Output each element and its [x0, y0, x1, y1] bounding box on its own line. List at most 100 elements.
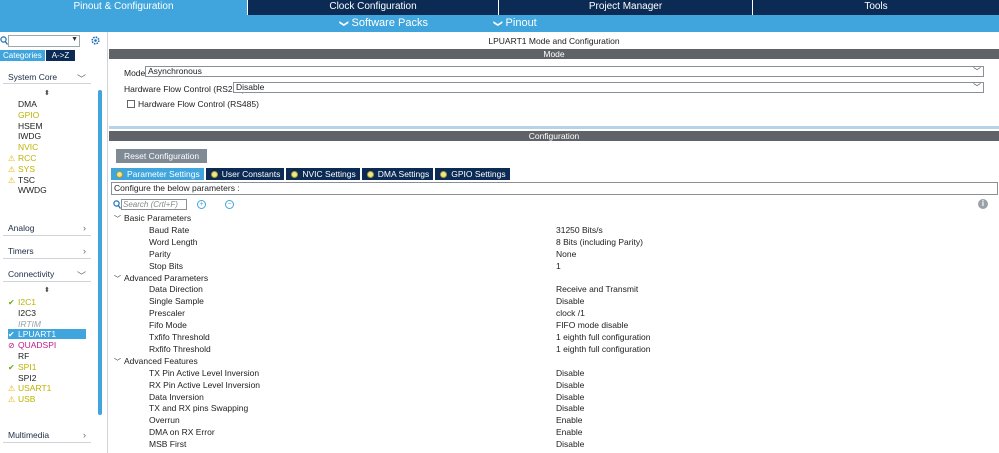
sidebar-item-wwdg[interactable]: WWDG	[8, 185, 86, 195]
sidebar-item-spi2[interactable]: SPI2	[8, 373, 86, 383]
hfc-rs485-checkbox[interactable]	[127, 100, 135, 108]
scrollbar[interactable]	[98, 90, 102, 415]
reset-configuration-button[interactable]: Reset Configuration	[116, 149, 208, 163]
sidebar-item-nvic[interactable]: NVIC	[8, 142, 86, 152]
parameter-value[interactable]: Receive and Transmit	[556, 284, 638, 294]
sidebar-item-lpuart1[interactable]: ✔ LPUART1	[8, 329, 86, 340]
gear-icon[interactable]	[90, 35, 101, 46]
parameter-value[interactable]: Disable	[556, 380, 584, 390]
sidebar-item-dma[interactable]: DMA	[8, 99, 86, 109]
parameter-value[interactable]: 8 Bits (including Parity)	[556, 237, 643, 247]
parameter-group[interactable]: ﹀ Basic Parameters	[114, 213, 191, 224]
warning-icon: ⚠	[8, 384, 16, 394]
collapse-icon[interactable]: −	[225, 200, 234, 209]
hfc-rs232-value: Disable	[236, 82, 265, 92]
status-dot-icon	[366, 170, 374, 178]
sidebar-item-label: USB	[18, 394, 36, 405]
tab-gpio-settings[interactable]: GPIO Settings	[435, 168, 510, 180]
software-packs-menu[interactable]: ❯ Software Packs	[339, 16, 428, 31]
section-analog[interactable]: Analog ›	[8, 223, 88, 233]
parameter-group[interactable]: ﹀ Advanced Features	[114, 356, 198, 367]
tab-user-constants[interactable]: User Constants	[205, 168, 285, 180]
warning-icon: ⚠	[8, 164, 16, 174]
chevron-down-icon[interactable]: ﹀	[114, 214, 124, 224]
sidebar-item-label: WWDG	[18, 185, 47, 196]
parameter-value[interactable]: Disable	[556, 439, 584, 449]
pinout-menu[interactable]: ❯ Pinout	[493, 16, 536, 31]
search-icon[interactable]	[0, 36, 8, 46]
sidebar-item-gpio[interactable]: GPIO	[8, 110, 86, 120]
hfc-rs232-select[interactable]: Disable ﹀	[233, 82, 984, 93]
tab-dma-settings[interactable]: DMA Settings	[361, 168, 434, 180]
expand-icon[interactable]: +	[197, 200, 206, 209]
parameter-value[interactable]: 31250 Bits/s	[556, 225, 603, 235]
parameter-value[interactable]: Enable	[556, 427, 582, 437]
sidebar-item-iwdg[interactable]: IWDG	[8, 131, 86, 141]
sidebar-item-i2c1[interactable]: ✔ I2C1	[8, 297, 86, 307]
sidebar-item-label: SPI1	[18, 361, 37, 372]
search-icon[interactable]	[113, 200, 121, 210]
sidebar-item-rcc[interactable]: ⚠ RCC	[8, 153, 86, 163]
sort-icon[interactable]: ⬍	[44, 89, 50, 97]
parameter-search-input[interactable]: Search (Crtl+F)	[121, 199, 187, 210]
sidebar-item-usb[interactable]: ⚠ USB	[8, 394, 86, 404]
parameter-value[interactable]: Disable	[556, 296, 584, 306]
divider	[3, 83, 91, 84]
chevron-down-icon[interactable]: ﹀	[114, 274, 124, 284]
parameter-group[interactable]: ﹀ Advanced Parameters	[114, 273, 208, 284]
section-connectivity[interactable]: Connectivity ﹀	[8, 269, 88, 281]
parameter-value[interactable]: 1 eighth full configuration	[556, 344, 651, 354]
parameter-value[interactable]: Disable	[556, 403, 584, 413]
mode-select[interactable]: Asynchronous ﹀	[145, 66, 984, 77]
configuration-tabs: Parameter Settings User Constants NVIC S…	[111, 168, 512, 180]
tab-clock-configuration[interactable]: Clock Configuration	[248, 0, 499, 15]
sidebar-item-i2c3[interactable]: I2C3	[8, 308, 86, 318]
parameter-name: Overrun	[149, 415, 180, 426]
parameter-name: TX and RX pins Swapping	[149, 403, 249, 414]
parameter-value[interactable]: Enable	[556, 415, 582, 425]
tab-parameter-settings[interactable]: Parameter Settings	[111, 168, 204, 180]
tab-nvic-settings[interactable]: NVIC Settings	[286, 168, 360, 180]
parameter-value[interactable]: Disable	[556, 392, 584, 402]
sidebar-item-label: I2C3	[18, 307, 36, 318]
sidebar-item-sys[interactable]: ⚠ SYS	[8, 164, 86, 174]
sidebar-item-usart1[interactable]: ⚠ USART1	[8, 383, 86, 393]
parameter-value[interactable]: Disable	[556, 368, 584, 378]
chevron-down-icon[interactable]: ▼	[71, 36, 78, 43]
sidebar-item-tsc[interactable]: ⚠ TSC	[8, 175, 86, 185]
peripheral-search-input[interactable]: ▼	[8, 35, 80, 47]
divider	[3, 235, 91, 236]
mode-label: Mode	[124, 68, 146, 78]
sidebar-item-label: DMA	[18, 99, 37, 109]
sidebar-item-spi1[interactable]: ✔ SPI1	[8, 362, 86, 372]
parameter-value[interactable]: 1 eighth full configuration	[556, 332, 651, 342]
sidebar-item-irtim[interactable]: IRTIM	[8, 319, 86, 329]
parameter-value[interactable]: 1	[556, 261, 561, 271]
warning-icon: ⚠	[8, 154, 16, 163]
sort-icon[interactable]: ⬍	[44, 286, 50, 294]
sidebar-item-label: NVIC	[18, 142, 39, 153]
section-multimedia[interactable]: Multimedia ›	[8, 430, 88, 440]
parameter-value[interactable]: None	[556, 249, 576, 259]
sidebar-item-hsem[interactable]: HSEM	[8, 121, 86, 131]
sidebar-item-rf[interactable]: RF	[8, 351, 86, 361]
parameter-value[interactable]: clock /1	[556, 308, 585, 318]
page-title: LPUART1 Mode and Configuration	[488, 36, 620, 46]
parameter-name: Prescaler	[149, 308, 185, 319]
tab-pinout-configuration[interactable]: Pinout & Configuration	[0, 0, 248, 15]
sidebar-item-label: GPIO	[18, 109, 40, 120]
section-system-core[interactable]: System Core ﹀	[8, 72, 88, 84]
categories-tab[interactable]: Categories	[0, 50, 45, 61]
sidebar-item-quadspi[interactable]: ⊘ QUADSPI	[8, 340, 86, 350]
a-z-tab[interactable]: A->Z	[45, 50, 76, 61]
panel-divider[interactable]	[109, 126, 999, 129]
section-timers[interactable]: Timers ›	[8, 246, 88, 256]
section-label: Connectivity	[8, 269, 55, 279]
info-icon[interactable]: i	[978, 199, 988, 209]
tab-project-manager[interactable]: Project Manager	[499, 0, 753, 15]
chevron-down-icon[interactable]: ﹀	[114, 357, 124, 367]
chevron-down-icon: ❯	[493, 19, 504, 28]
parameter-value[interactable]: FIFO mode disable	[556, 320, 628, 330]
tab-tools[interactable]: Tools	[753, 0, 999, 15]
section-label: System Core	[8, 72, 58, 82]
